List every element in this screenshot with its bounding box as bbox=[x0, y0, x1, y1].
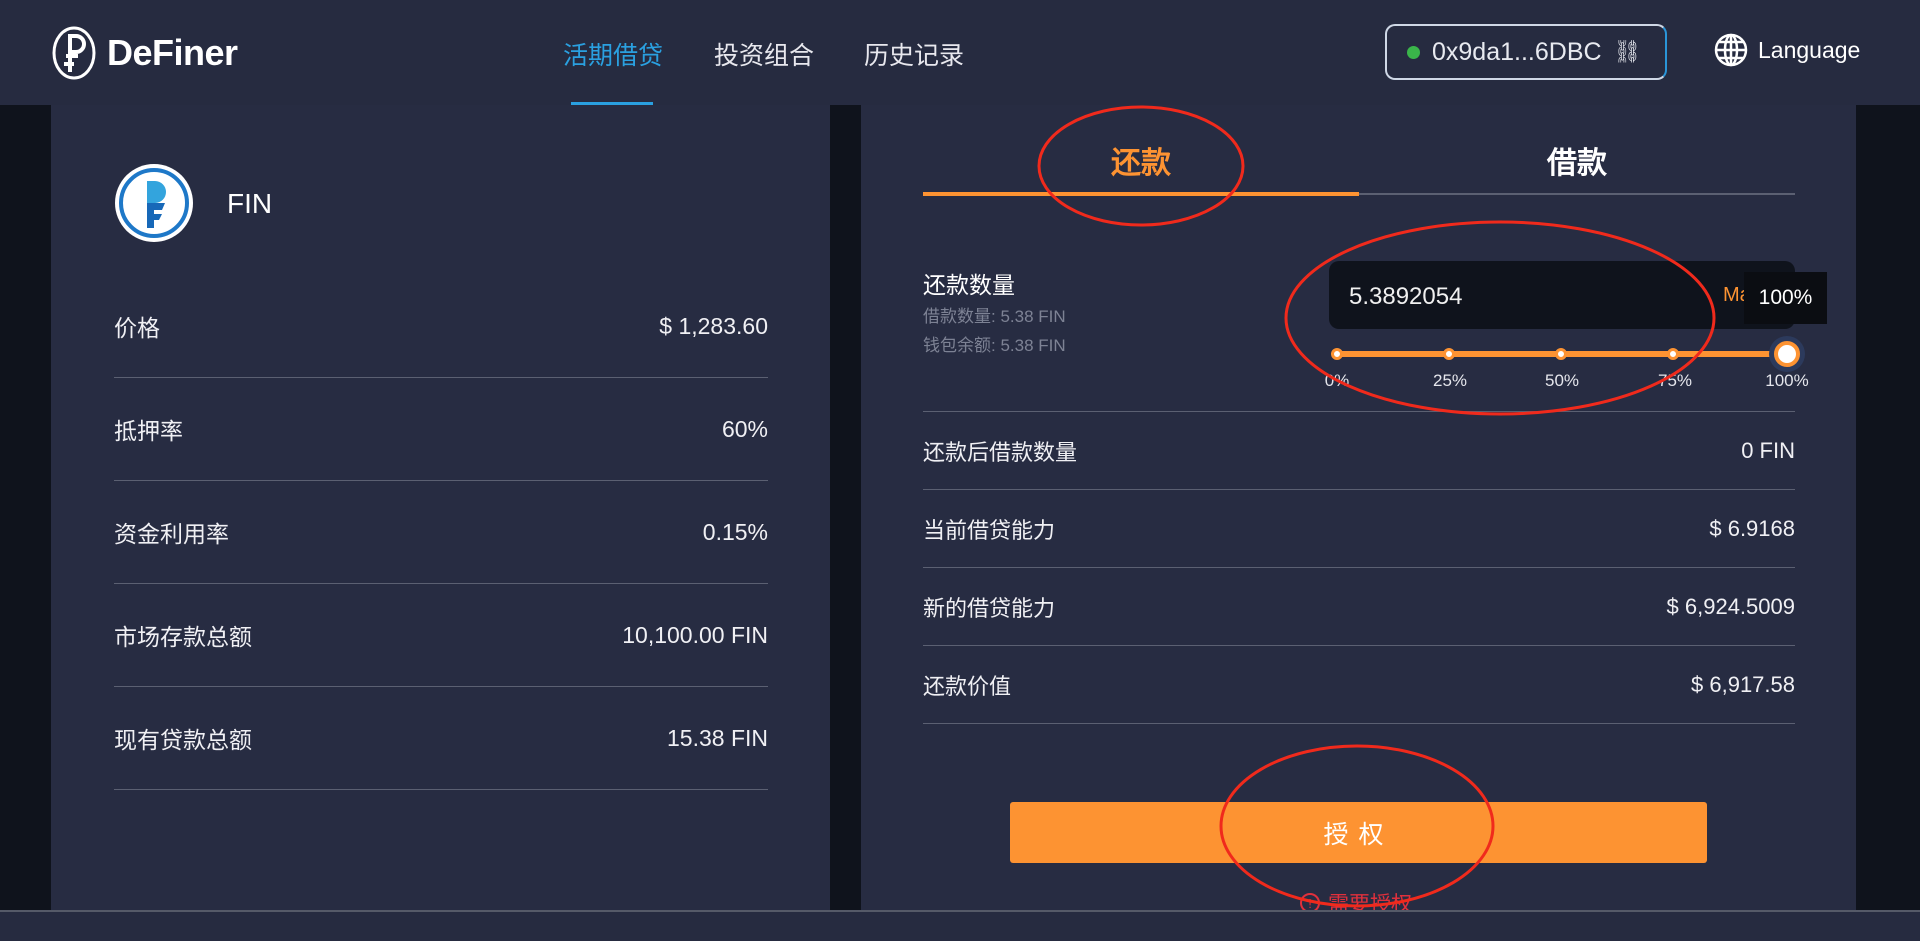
label: 抵押率 bbox=[114, 418, 183, 444]
nav-portfolio[interactable]: 投资组合 bbox=[714, 36, 814, 72]
value: 0 FIN bbox=[1741, 437, 1795, 463]
tick-label: 25% bbox=[1432, 371, 1468, 390]
tick-label: 50% bbox=[1544, 371, 1580, 390]
nav-history[interactable]: 历史记录 bbox=[864, 36, 964, 72]
repay-amount-label: 还款数量 bbox=[923, 272, 1015, 298]
label: 资金利用率 bbox=[114, 521, 229, 547]
row-collateral-ratio: 抵押率 60% bbox=[114, 378, 768, 481]
wallet-button[interactable]: 0x9da1...6DBC ⛓ bbox=[1385, 24, 1667, 80]
wallet-address: 0x9da1...6DBC bbox=[1432, 37, 1602, 66]
tab-repay[interactable]: 还款 bbox=[1041, 138, 1241, 182]
label: 当前借贷能力 bbox=[923, 517, 1056, 543]
label: 新的借贷能力 bbox=[923, 595, 1056, 621]
value: $ 6.9168 bbox=[1709, 515, 1795, 541]
row-current-borrow-power: 当前借贷能力 $ 6.9168 bbox=[923, 490, 1795, 568]
slider-mark-75[interactable] bbox=[1667, 348, 1679, 360]
value: 15.38 FIN bbox=[667, 724, 768, 751]
link-icon: ⛓ bbox=[1613, 39, 1642, 64]
row-price: 价格 $ 1,283.60 bbox=[114, 275, 768, 378]
row-utilization: 资金利用率 0.15% bbox=[114, 481, 768, 584]
value: $ 6,924.5009 bbox=[1666, 593, 1795, 619]
value: $ 1,283.60 bbox=[659, 312, 768, 339]
row-remaining-loan: 还款后借款数量 0 FIN bbox=[923, 412, 1795, 490]
globe-icon bbox=[1714, 33, 1748, 67]
fin-token-icon bbox=[115, 164, 193, 242]
definer-logo-icon bbox=[52, 26, 96, 80]
value: 60% bbox=[721, 415, 768, 442]
value: 0.15% bbox=[702, 518, 768, 545]
wallet-balance: 钱包余额: 5.38 FIN bbox=[923, 336, 1066, 355]
value: $ 6,917.58 bbox=[1691, 671, 1795, 697]
approve-button[interactable]: 授权 bbox=[1010, 802, 1707, 863]
label: 价格 bbox=[114, 315, 160, 341]
slider-mark-50[interactable] bbox=[1555, 348, 1567, 360]
language-selector[interactable]: Language bbox=[1714, 33, 1860, 67]
tick-label: 100% bbox=[1765, 371, 1809, 390]
label: 现有贷款总额 bbox=[114, 727, 252, 753]
tick-label: 75% bbox=[1657, 371, 1693, 390]
row-repay-value: 还款价值 $ 6,917.58 bbox=[923, 646, 1795, 724]
tick-label: 0% bbox=[1324, 371, 1350, 390]
bottom-bar bbox=[0, 910, 1920, 941]
slider-thumb[interactable] bbox=[1774, 341, 1800, 367]
row-total-deposits: 市场存款总额 10,100.00 FIN bbox=[114, 584, 768, 687]
label: 市场存款总额 bbox=[114, 624, 252, 650]
brand-logo[interactable]: DeFiner bbox=[51, 26, 238, 80]
tab-borrow[interactable]: 借款 bbox=[1477, 138, 1677, 182]
slider-mark-25[interactable] bbox=[1443, 348, 1455, 360]
row-total-loans: 现有贷款总额 15.38 FIN bbox=[114, 687, 768, 790]
connected-status-dot bbox=[1407, 45, 1420, 59]
borrowed-amount: 借款数量: 5.38 FIN bbox=[923, 307, 1066, 326]
value: 10,100.00 FIN bbox=[622, 621, 768, 648]
slider-tooltip: 100% bbox=[1744, 272, 1827, 324]
label: 还款后借款数量 bbox=[923, 439, 1078, 465]
brand-name: DeFiner bbox=[107, 32, 238, 73]
tab-active-indicator bbox=[923, 192, 1359, 196]
language-label: Language bbox=[1758, 36, 1861, 63]
nav-demand-lending[interactable]: 活期借贷 bbox=[563, 36, 663, 72]
label: 还款价值 bbox=[923, 673, 1012, 699]
token-name: FIN bbox=[227, 188, 273, 219]
slider-mark-0[interactable] bbox=[1331, 348, 1343, 360]
row-new-borrow-power: 新的借贷能力 $ 6,924.5009 bbox=[923, 568, 1795, 646]
